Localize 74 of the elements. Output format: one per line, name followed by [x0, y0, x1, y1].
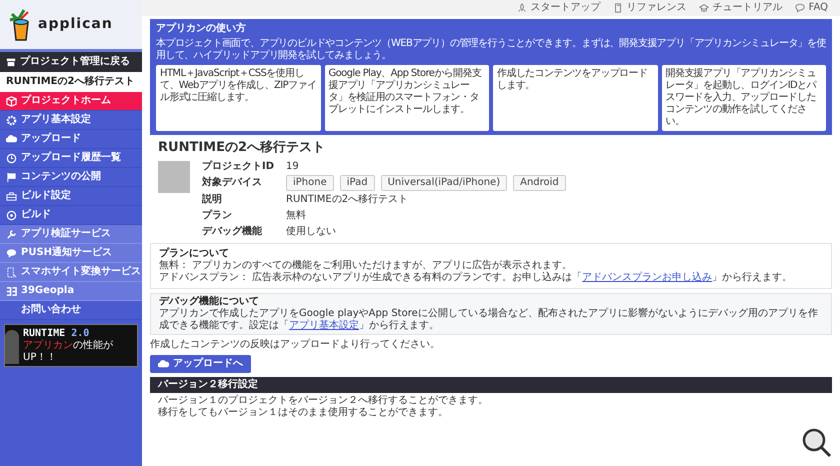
note-title: デバッグ機能について [159, 296, 260, 308]
step-card: 開発支援アプリ「アプリカンシミュレータ」を起動し、ログインIDとパスワードを入力、アップロードしたコンテンツの動作を試してください。 [662, 65, 826, 131]
gear-icon [6, 114, 17, 126]
disc-icon [6, 210, 17, 220]
field-value: 無料 [286, 208, 307, 223]
runtime-banner[interactable]: RUNTIME 2.0 アプリカンの性能が UP！！ [4, 324, 138, 367]
chat-icon [794, 3, 805, 13]
clock-icon [6, 152, 17, 164]
note-text: アドバンスプラン： 広告表示枠のないアプリが生成できる有料のプランです。お申し込みは「アドバンスプランお申し込み」から行えます。 [159, 272, 794, 284]
device-tag: iPhone [286, 175, 334, 191]
person-silhouette [5, 330, 19, 364]
migration-text: 移行をしてもバージョン１はそのまま使用することができます。 [158, 407, 449, 419]
field-value: RUNTIMEの2へ移行テスト [286, 193, 410, 207]
sidebar-item[interactable]: 39Geopla [0, 282, 142, 301]
field-value: 使用しない [286, 225, 337, 239]
phone-icon [6, 266, 17, 278]
howto-intro: 本プロジェクト画面で、アプリのビルドやコンテンツ（WEBアプリ）の管理を行うことができます。まずは、開発支援アプリ「アプリカンシミュレータ」を使用して、ハイブリッドアプリ開発を試してみましょう。 [156, 38, 826, 62]
advanced-plan-link[interactable]: アドバンスプランお申し込み [582, 272, 712, 283]
note-text: 無料： アプリカンのすべての機能をご利用いただけますが、アプリに広告が表示されます。 [159, 260, 574, 272]
note-title: プランについて [159, 248, 230, 260]
sidebar-item[interactable]: ビルド [0, 206, 142, 225]
migration-text: バージョン１のプロジェクトをバージョン２へ移行することができます。 [158, 395, 489, 407]
sidebar-item[interactable]: プロジェクトホーム [0, 92, 142, 111]
chat-icon [6, 248, 17, 258]
howto-title: アプリカンの使い方 [156, 23, 247, 35]
field-label: プロジェクトID [202, 160, 276, 174]
wrench-icon [6, 228, 17, 240]
toolbox-icon [6, 190, 17, 202]
project-name: RUNTIMEの2へ移行テスト [0, 72, 142, 92]
sidebar-item[interactable]: アプリ検証サービス [0, 225, 142, 244]
banner-tagline: アプリカンの性能が UP！！ [23, 340, 114, 364]
top-link[interactable]: FAQ [794, 2, 828, 14]
field-label: 説明 [202, 192, 223, 206]
book-icon [612, 3, 623, 13]
project-title: RUNTIMEの2へ移行テスト [158, 139, 326, 157]
device-tag: Universal(iPad/iPhone) [380, 175, 508, 191]
banner-title: RUNTIME 2.0 [23, 327, 90, 340]
sidebar-item[interactable]: お問い合わせ [0, 301, 142, 320]
note-text: アプリカンで作成したアプリをGoogle playやApp Storeに公開している場合など、配布されたアプリに影響がないようにデバッグ用のアプリを作成できる機能です。設定は「アプリ基本設定」から行えます。 [159, 308, 819, 332]
cloud-upload-icon [158, 358, 169, 370]
graduation-cap-icon [698, 3, 709, 13]
app-settings-link[interactable]: アプリ基本設定 [289, 320, 359, 331]
sidebar-item[interactable]: PUSH通知サービス [0, 244, 142, 263]
device-tag: Android [513, 175, 566, 191]
device-tag: iPad [340, 175, 375, 191]
sidebar-item[interactable]: スマホサイト変換サービス [0, 263, 142, 282]
field-label: 対象デバイス [202, 176, 263, 190]
cloud-icon [6, 134, 17, 144]
field-value: 19 [286, 160, 300, 174]
back-link[interactable]: プロジェクト管理に戻る [0, 52, 142, 72]
step-card: Google Play、App Storeから開発支援アプリ「アプリカンシミュレータ」を検証用のスマートフォン・タブレットにインストールします。 [324, 65, 489, 131]
flag-icon [6, 172, 17, 182]
project-icon-placeholder [158, 161, 190, 193]
tray-icon [6, 57, 16, 67]
field-label: プラン [202, 208, 233, 222]
logo-text: applican [38, 15, 113, 34]
field-label: デバッグ機能 [202, 224, 263, 238]
top-link[interactable]: リファレンス [612, 2, 687, 14]
sidebar-item[interactable]: ビルド設定 [0, 187, 142, 206]
step-card: HTML＋JavaScript＋CSSを使用して、Webアプリを作成し、ZIPファイル形式に圧縮します。 [156, 65, 320, 131]
sidebar-item[interactable]: コンテンツの公開 [0, 168, 142, 187]
box-icon [6, 96, 17, 106]
migration-header: バージョン２移行設定 [150, 377, 832, 393]
sidebar-item[interactable]: アップロード履歴一覧 [0, 149, 142, 168]
sidebar-item[interactable]: アップロード [0, 130, 142, 149]
zoom-search-icon[interactable] [802, 428, 832, 458]
sidebar-item[interactable]: アプリ基本設定 [0, 111, 142, 130]
top-link[interactable]: スタートアップ [516, 2, 601, 14]
upload-button[interactable]: アップロードへ [150, 355, 251, 373]
step-card: 作成したコンテンツをアップロードします。 [493, 65, 658, 131]
upload-note: 作成したコンテンツの反映はアップロードより行ってください。 [150, 339, 441, 351]
number-logo-icon [6, 286, 17, 296]
top-link[interactable]: チュートリアル [698, 2, 783, 14]
rocket-icon [516, 3, 527, 13]
